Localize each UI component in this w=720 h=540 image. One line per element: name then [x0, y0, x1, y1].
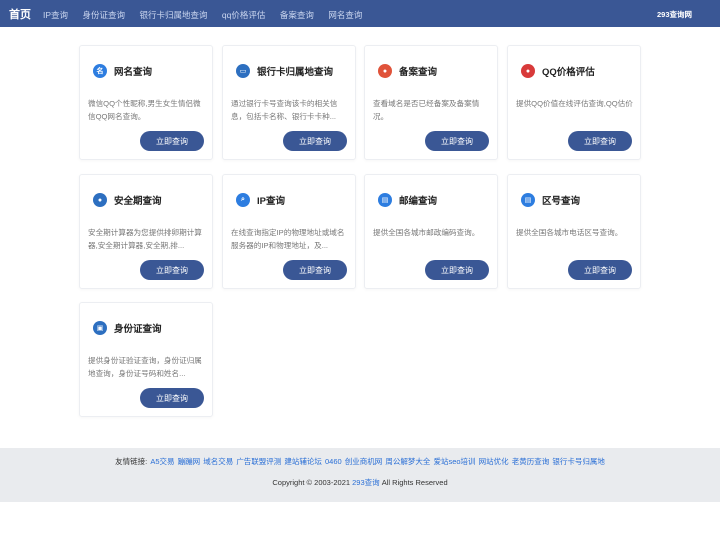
nav-links: IP查询 身份证查询 银行卡归属地查询 qq价格评估 备案查询 网名查询 [43, 5, 372, 23]
query-now-button[interactable]: 立即查询 [283, 260, 347, 280]
nav-link-bank-card[interactable]: 银行卡归属地查询 [139, 10, 207, 20]
service-card: ● 备案查询查看域名是否已经备案及备案情况。立即查询 [364, 45, 498, 160]
copyright: Copyright © 2003-2021 293查询 All Rights R… [0, 477, 720, 488]
card-header: ▭ 银行卡归属地查询 [236, 64, 333, 78]
query-now-button[interactable]: 立即查询 [140, 388, 204, 408]
footer: 友情链接: A5交易 蹦蹦网 域名交易 广告联盟评测 建站辅论坛 0460 创业… [0, 448, 720, 502]
safe-period-icon: ● [93, 193, 107, 207]
site-brand[interactable]: 293查询网 [657, 9, 692, 20]
card-description: 提供QQ价值在线评估查询,QQ估价 [516, 99, 633, 108]
card-title[interactable]: QQ价格评估 [542, 64, 595, 78]
friend-link[interactable]: A5交易 [150, 457, 174, 466]
nav-link-qq-price[interactable]: qq价格评估 [222, 10, 265, 20]
card-title[interactable]: 备案查询 [399, 64, 437, 78]
query-now-button[interactable]: 立即查询 [140, 260, 204, 280]
card-header: ⌕ IP查询 [236, 193, 285, 207]
id-card-icon: ▣ [93, 321, 107, 335]
friend-links: 友情链接: A5交易 蹦蹦网 域名交易 广告联盟评测 建站辅论坛 0460 创业… [0, 456, 720, 467]
card-header: ● QQ价格评估 [521, 64, 595, 78]
card-header: ▤ 区号查询 [521, 193, 580, 207]
card-description: 查看域名是否已经备案及备案情况。 [373, 99, 480, 121]
nav-link-id-card[interactable]: 身份证查询 [82, 10, 125, 20]
service-card: ● 安全期查询安全期计算器为您提供排卵期计算器,安全期计算器,安全期,排... 立即… [79, 174, 213, 289]
card-title[interactable]: 安全期查询 [114, 193, 162, 207]
card-title[interactable]: 银行卡归属地查询 [257, 64, 333, 78]
card-title[interactable]: 身份证查询 [114, 321, 162, 335]
nav-link-ip[interactable]: IP查询 [43, 10, 68, 20]
card-title[interactable]: 邮编查询 [399, 193, 437, 207]
top-nav-bar: 首页 IP查询 身份证查询 银行卡归属地查询 qq价格评估 备案查询 网名查询 … [0, 0, 720, 27]
card-title[interactable]: IP查询 [257, 193, 285, 207]
friend-link[interactable]: 广告联盟评测 [236, 457, 281, 466]
query-now-button[interactable]: 立即查询 [140, 131, 204, 151]
friend-links-label: 友情链接: [115, 457, 148, 466]
card-header: ● 备案查询 [378, 64, 437, 78]
friend-link[interactable]: 爱站seo培训 [433, 457, 475, 466]
query-now-button[interactable]: 立即查询 [425, 260, 489, 280]
copyright-site-link[interactable]: 293查询 [352, 478, 380, 487]
nav-home-link[interactable]: 首页 [9, 6, 31, 22]
service-card: ● QQ价格评估提供QQ价值在线评估查询,QQ估价立即查询 [507, 45, 641, 160]
nav-link-record[interactable]: 备案查询 [280, 10, 314, 20]
record-search-icon: ● [378, 64, 392, 78]
postcode-icon: ▤ [378, 193, 392, 207]
card-description: 提供全国各城市邮政编码查询。 [373, 228, 480, 237]
service-card: ▭ 银行卡归属地查询通过银行卡号查询该卡的相关信息，包括卡名称、银行卡卡种... 立… [222, 45, 356, 160]
friend-link[interactable]: 周公解梦大全 [385, 457, 430, 466]
friend-link[interactable]: 0460 [325, 457, 342, 466]
card-description: 在线查询指定IP的物理地址或域名服务器的IP和物理地址，及... [231, 228, 345, 250]
query-now-button[interactable]: 立即查询 [283, 131, 347, 151]
ip-search-icon: ⌕ [236, 193, 250, 207]
card-header: ▣ 身份证查询 [93, 321, 162, 335]
card-description: 通过银行卡号查询该卡的相关信息，包括卡名称、银行卡卡种... [231, 99, 338, 121]
service-card: ▤ 区号查询提供全国各城市电话区号查询。立即查询 [507, 174, 641, 289]
card-header: ● 安全期查询 [93, 193, 162, 207]
card-header: 名网名查询 [93, 64, 152, 78]
query-now-button[interactable]: 立即查询 [568, 131, 632, 151]
card-description: 安全期计算器为您提供排卵期计算器,安全期计算器,安全期,排... [88, 228, 202, 250]
card-header: ▤ 邮编查询 [378, 193, 437, 207]
nav-link-name[interactable]: 网名查询 [328, 10, 362, 20]
service-card: ⌕ IP查询在线查询指定IP的物理地址或域名服务器的IP和物理地址，及... 立即查… [222, 174, 356, 289]
service-card: ▤ 邮编查询提供全国各城市邮政编码查询。立即查询 [364, 174, 498, 289]
friend-link[interactable]: 老黄历查询 [512, 457, 550, 466]
friend-link[interactable]: 网站优化 [479, 457, 509, 466]
service-card: 名网名查询微信QQ个性昵称,男生女生情侣微信QQ网名查询。立即查询 [79, 45, 213, 160]
qq-price-icon: ● [521, 64, 535, 78]
card-title[interactable]: 网名查询 [114, 64, 152, 78]
friend-link[interactable]: 蹦蹦网 [178, 457, 201, 466]
query-now-button[interactable]: 立即查询 [568, 260, 632, 280]
bank-card-icon: ▭ [236, 64, 250, 78]
friend-link[interactable]: 创业商机网 [345, 457, 383, 466]
name-icon: 名 [93, 64, 107, 78]
query-now-button[interactable]: 立即查询 [425, 131, 489, 151]
copyright-prefix: Copyright © 2003-2021 [272, 478, 351, 487]
friend-link[interactable]: 建站辅论坛 [284, 457, 322, 466]
service-card: ▣ 身份证查询提供身份证验证查询，身份证归属地查询，身份证号码和姓名... 立即查询 [79, 302, 213, 417]
card-description: 提供全国各城市电话区号查询。 [516, 228, 623, 237]
card-description: 微信QQ个性昵称,男生女生情侣微信QQ网名查询。 [88, 99, 201, 121]
area-code-icon: ▤ [521, 193, 535, 207]
friend-link[interactable]: 域名交易 [203, 457, 233, 466]
copyright-suffix: All Rights Reserved [381, 478, 448, 487]
card-title[interactable]: 区号查询 [542, 193, 580, 207]
card-description: 提供身份证验证查询，身份证归属地查询，身份证号码和姓名... [88, 356, 202, 378]
friend-link[interactable]: 银行卡号归属地 [552, 457, 605, 466]
